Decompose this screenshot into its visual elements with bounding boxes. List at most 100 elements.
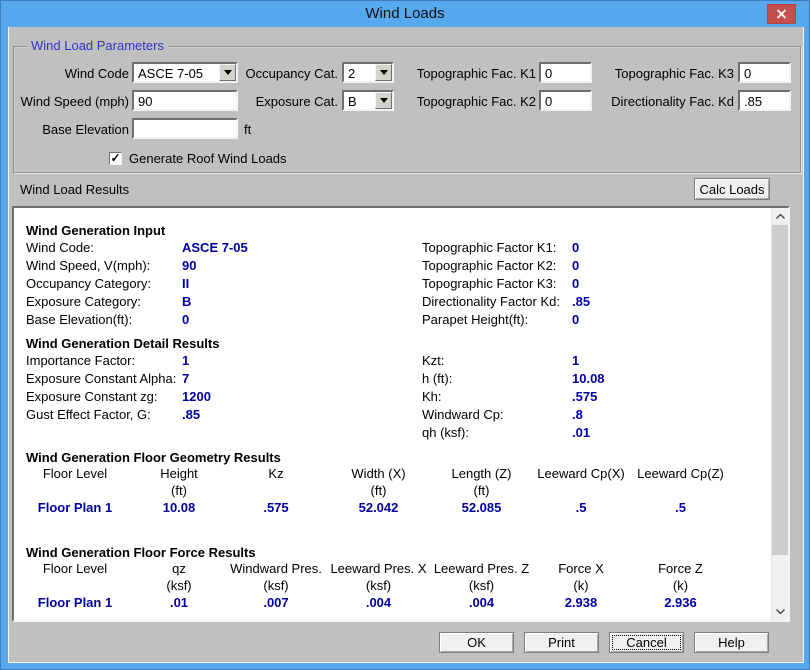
col-header: qz [132, 560, 226, 577]
ok-button[interactable]: OK [439, 632, 514, 653]
topo-k3-input[interactable] [738, 62, 791, 83]
wind-code-select[interactable]: ASCE 7-05 [132, 62, 238, 83]
result-row: Gust Effect Factor, G:.85 [26, 406, 211, 424]
roof-loads-checkbox-label: Generate Roof Wind Loads [129, 151, 329, 167]
occupancy-value: 2 [348, 66, 355, 81]
print-button[interactable]: Print [524, 632, 599, 653]
occupancy-label: Occupancy Cat. [234, 66, 338, 82]
topo-k2-input[interactable] [539, 90, 592, 111]
col-unit: (k) [630, 577, 731, 594]
geometry-table-row: Floor Plan 1 10.08 .575 52.042 52.085 .5… [18, 499, 731, 516]
detail-left-column: Importance Factor:1 Exposure Constant Al… [26, 352, 211, 424]
col-unit: (ksf) [431, 577, 532, 594]
col-header: Width (X) [326, 465, 431, 482]
scroll-down-icon[interactable] [772, 603, 789, 620]
col-unit: (ksf) [132, 577, 226, 594]
cell: .007 [226, 594, 326, 611]
result-row: Occupancy Category:II [26, 275, 248, 293]
cell: .575 [226, 499, 326, 516]
col-unit: (ft) [132, 482, 226, 499]
chevron-down-icon[interactable] [375, 92, 392, 109]
dir-kd-input[interactable] [738, 90, 791, 111]
result-row: Importance Factor:1 [26, 352, 211, 370]
base-elevation-label: Base Elevation [22, 122, 129, 138]
cell: .004 [326, 594, 431, 611]
result-row: Wind Code:ASCE 7-05 [26, 239, 248, 257]
results-section-label: Wind Load Results [20, 182, 170, 198]
geometry-table-headers: Floor Level Height Kz Width (X) Length (… [18, 465, 731, 482]
result-row: h (ft):10.08 [422, 370, 605, 388]
help-button[interactable]: Help [694, 632, 769, 653]
col-unit: (ft) [326, 482, 431, 499]
geometry-table-units: (ft) (ft) (ft) [18, 482, 731, 499]
group-title: Wind Load Parameters [27, 38, 168, 53]
col-unit: (k) [532, 577, 630, 594]
cell: .5 [532, 499, 630, 516]
topo-k1-label: Topographic Fac. K1 [410, 66, 536, 82]
result-row: Topographic Factor K2:0 [422, 257, 590, 275]
input-right-column: Topographic Factor K1:0 Topographic Fact… [422, 239, 590, 329]
chevron-down-icon[interactable] [375, 64, 392, 81]
exposure-select[interactable]: B [342, 90, 394, 111]
topo-k1-input[interactable] [539, 62, 592, 83]
result-row: Exposure Constant Alpha:7 [26, 370, 211, 388]
cell: Floor Plan 1 [18, 594, 132, 611]
result-row: Topographic Factor K3:0 [422, 275, 590, 293]
input-left-column: Wind Code:ASCE 7-05 Wind Speed, V(mph):9… [26, 239, 248, 329]
cell: Floor Plan 1 [18, 499, 132, 516]
cell: .004 [431, 594, 532, 611]
geometry-section-title: Wind Generation Floor Geometry Results [26, 450, 281, 465]
detail-right-column: Kzt:1 h (ft):10.08 Kh:.575 Windward Cp:.… [422, 352, 605, 442]
cell: 52.042 [326, 499, 431, 516]
col-header: Height [132, 465, 226, 482]
check-icon: ✓ [110, 151, 120, 165]
result-row: Directionality Factor Kd:.85 [422, 293, 590, 311]
scrollbar-thumb[interactable] [772, 225, 789, 555]
occupancy-select[interactable]: 2 [342, 62, 394, 83]
force-section-title: Wind Generation Floor Force Results [26, 545, 256, 560]
calc-loads-button[interactable]: Calc Loads [694, 178, 770, 200]
cell: 2.938 [532, 594, 630, 611]
dialog-body: Wind Load Parameters Wind Code ASCE 7-05… [8, 27, 804, 663]
vertical-scrollbar[interactable] [771, 208, 788, 620]
cancel-button[interactable]: Cancel [609, 632, 684, 653]
result-row: Base Elevation(ft):0 [26, 311, 248, 329]
result-row: Exposure Constant zg:1200 [26, 388, 211, 406]
force-table-row: Floor Plan 1 .01 .007 .004 .004 2.938 2.… [18, 594, 731, 611]
col-unit [18, 577, 132, 594]
result-row: Kzt:1 [422, 352, 605, 370]
dialog-title: Wind Loads [1, 1, 809, 27]
scroll-up-icon[interactable] [772, 208, 789, 225]
cell: 10.08 [132, 499, 226, 516]
col-header: Leeward Cp(Z) [630, 465, 731, 482]
result-row: Windward Cp:.8 [422, 406, 605, 424]
topo-k3-label: Topographic Fac. K3 [606, 66, 734, 82]
result-row: Kh:.575 [422, 388, 605, 406]
cell: 2.936 [630, 594, 731, 611]
title-bar[interactable]: Wind Loads [1, 1, 809, 27]
col-unit [226, 482, 326, 499]
col-header: Floor Level [18, 465, 132, 482]
input-section-title: Wind Generation Input [26, 223, 165, 238]
dir-kd-label: Directionality Fac. Kd [606, 94, 734, 110]
col-unit: (ksf) [226, 577, 326, 594]
col-header: Force X [532, 560, 630, 577]
wind-speed-input[interactable] [132, 90, 238, 111]
wind-speed-label: Wind Speed (mph) [12, 94, 129, 110]
force-table-headers: Floor Level qz Windward Pres. Leeward Pr… [18, 560, 731, 577]
col-header: Kz [226, 465, 326, 482]
exposure-value: B [348, 94, 357, 109]
col-header: Leeward Pres. X [326, 560, 431, 577]
result-row: Wind Speed, V(mph):90 [26, 257, 248, 275]
roof-loads-checkbox[interactable]: ✓ [109, 152, 122, 165]
topo-k2-label: Topographic Fac. K2 [410, 94, 536, 110]
base-elevation-input[interactable] [132, 118, 238, 139]
close-button[interactable] [767, 4, 796, 24]
base-elevation-unit: ft [244, 122, 264, 138]
col-header: Force Z [630, 560, 731, 577]
col-header: Windward Pres. [226, 560, 326, 577]
col-header: Leeward Pres. Z [431, 560, 532, 577]
wind-loads-dialog: Wind Loads Wind Load Parameters Wind Cod… [0, 0, 810, 670]
exposure-label: Exposure Cat. [234, 94, 338, 110]
result-row: Topographic Factor K1:0 [422, 239, 590, 257]
